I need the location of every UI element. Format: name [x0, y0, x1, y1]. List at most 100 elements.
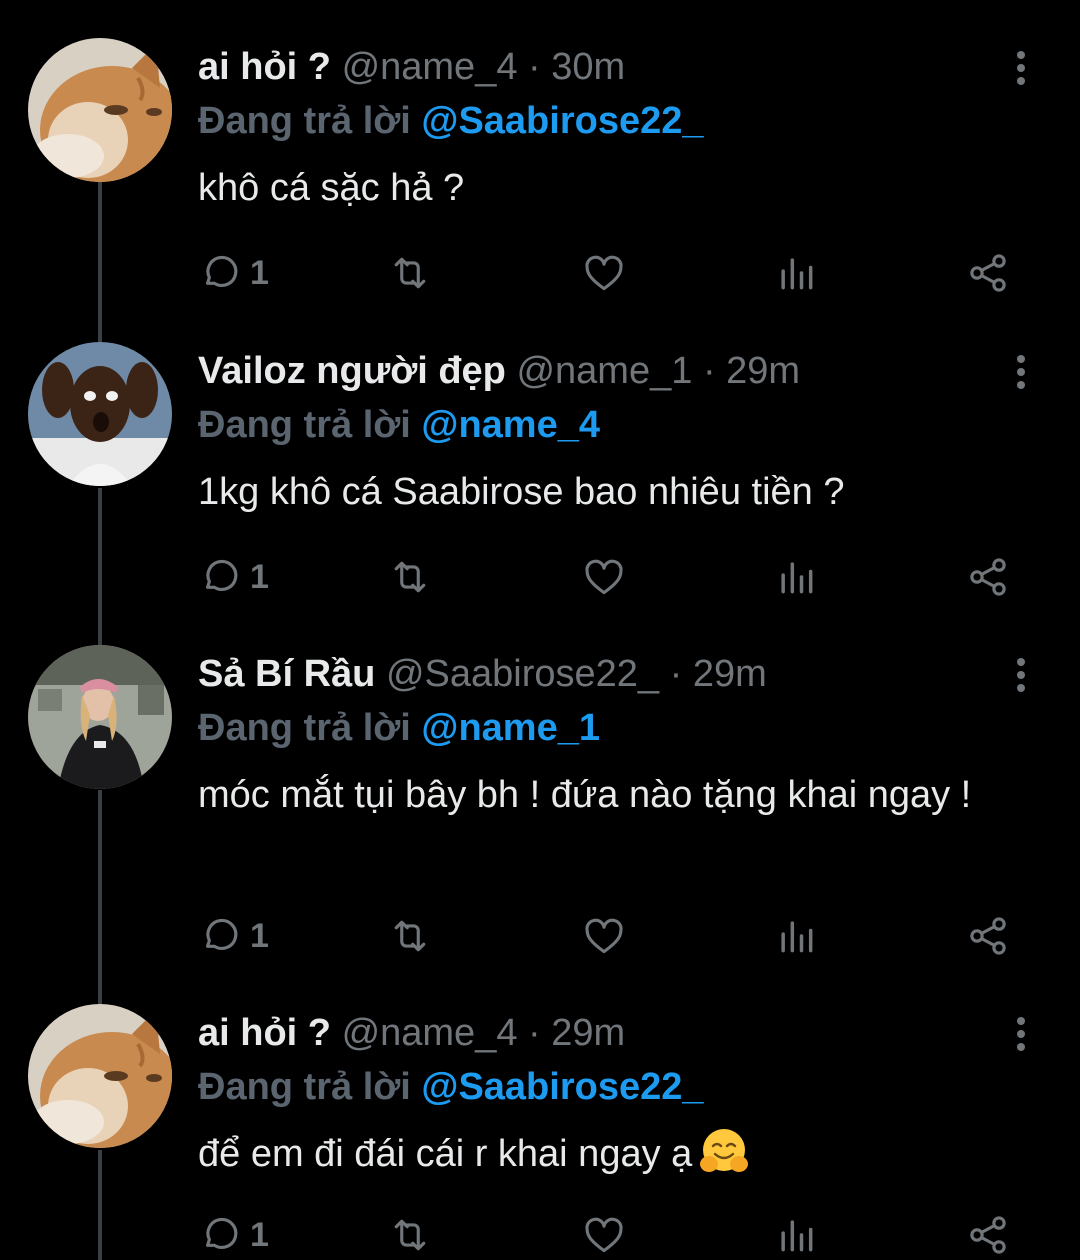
- like-button[interactable]: [582, 1210, 626, 1260]
- more-dot: [1017, 658, 1025, 666]
- tweet-text: khô cá sặc hả ?: [198, 167, 465, 209]
- reply-mention-link[interactable]: @name_4: [421, 404, 600, 446]
- replying-to-label: Đang trả lời: [198, 707, 411, 749]
- reply-mention-link[interactable]: @Saabirose22_: [421, 100, 703, 142]
- more-dot: [1017, 51, 1025, 59]
- timestamp[interactable]: 29m: [726, 350, 800, 392]
- retweet-button[interactable]: [388, 248, 432, 298]
- reply-mention-link[interactable]: @Saabirose22_: [421, 1066, 703, 1108]
- more-dot: [1017, 368, 1025, 376]
- more-dot: [1017, 1043, 1025, 1051]
- views-icon: [774, 251, 818, 295]
- display-name[interactable]: Vailoz người đẹp: [198, 350, 506, 392]
- separator-dot: ·: [528, 1012, 541, 1054]
- share-icon: [966, 555, 1010, 599]
- share-button[interactable]: [966, 248, 1010, 298]
- tweet[interactable]: ai hỏi ? @name_4 · 29m Đang trả lời @Saa…: [0, 1004, 1080, 1260]
- reply-count: 1: [250, 253, 269, 292]
- tweet[interactable]: Vailoz người đẹp @name_1 · 29m Đang trả …: [0, 342, 1080, 602]
- display-name[interactable]: ai hỏi ?: [198, 1012, 331, 1054]
- more-dot: [1017, 355, 1025, 363]
- reply-count: 1: [250, 916, 269, 955]
- reply-button[interactable]: 1: [198, 552, 269, 602]
- share-icon: [966, 251, 1010, 295]
- tweet-actions: 1: [198, 552, 1028, 602]
- surprised-man-avatar-icon: [28, 342, 172, 486]
- views-icon: [774, 1213, 818, 1257]
- more-dot: [1017, 671, 1025, 679]
- separator-dot: ·: [669, 653, 683, 695]
- tweet-header: ai hỏi ? @name_4 · 30m: [198, 42, 625, 92]
- retweet-icon: [388, 555, 432, 599]
- tweet-actions: 1: [198, 911, 1028, 961]
- reply-icon: [198, 555, 242, 599]
- separator-dot: ·: [702, 350, 716, 392]
- views-button[interactable]: [774, 911, 818, 961]
- girl-street-avatar-icon: [28, 645, 172, 789]
- timestamp[interactable]: 29m: [693, 653, 767, 695]
- retweet-button[interactable]: [388, 911, 432, 961]
- more-dot: [1017, 1030, 1025, 1038]
- user-handle[interactable]: @name_1: [516, 350, 692, 392]
- tweet-text-content: để em đi đái cái r khai ngay ạ: [198, 1133, 693, 1175]
- reply-count: 1: [250, 1215, 269, 1254]
- like-button[interactable]: [582, 248, 626, 298]
- more-options-button[interactable]: [1004, 348, 1038, 396]
- tweet-text: 1kg khô cá Saabirose bao nhiêu tiền ?: [198, 471, 845, 513]
- tweet[interactable]: ai hỏi ? @name_4 · 30m Đang trả lời @Saa…: [0, 38, 1080, 298]
- reply-button[interactable]: 1: [198, 248, 269, 298]
- reply-button[interactable]: 1: [198, 1210, 269, 1260]
- heart-icon: [582, 914, 626, 958]
- user-handle[interactable]: @Saabirose22_: [386, 653, 659, 695]
- more-dot: [1017, 684, 1025, 692]
- more-dot: [1017, 64, 1025, 72]
- display-name[interactable]: ai hỏi ?: [198, 46, 331, 88]
- reply-icon: [198, 1213, 242, 1257]
- tweet-header: Vailoz người đẹp @name_1 · 29m: [198, 346, 800, 396]
- share-button[interactable]: [966, 1210, 1010, 1260]
- retweet-button[interactable]: [388, 552, 432, 602]
- user-handle[interactable]: @name_4: [342, 46, 518, 88]
- retweet-button[interactable]: [388, 1210, 432, 1260]
- reply-icon: [198, 251, 242, 295]
- avatar[interactable]: [28, 342, 172, 486]
- retweet-icon: [388, 914, 432, 958]
- tweet-actions: 1: [198, 248, 1028, 298]
- orange-cat-avatar-icon: [28, 1004, 172, 1148]
- user-handle[interactable]: @name_4: [342, 1012, 518, 1054]
- replying-to-label: Đang trả lời: [198, 1066, 411, 1108]
- share-icon: [966, 1213, 1010, 1257]
- share-button[interactable]: [966, 552, 1010, 602]
- views-button[interactable]: [774, 1210, 818, 1260]
- heart-icon: [582, 555, 626, 599]
- tweet-text: móc mắt tụi bây bh ! đứa nào tặng khai n…: [198, 774, 972, 816]
- reply-button[interactable]: 1: [198, 911, 269, 961]
- avatar[interactable]: [28, 1004, 172, 1148]
- separator-dot: ·: [528, 46, 541, 88]
- display-name[interactable]: Sả Bí Rầu: [198, 653, 375, 695]
- more-options-button[interactable]: [1004, 1010, 1038, 1058]
- replying-to: Đang trả lời @name_1: [198, 703, 600, 753]
- more-options-button[interactable]: [1004, 651, 1038, 699]
- views-button[interactable]: [774, 248, 818, 298]
- tweet-actions: 1: [198, 1210, 1028, 1260]
- more-options-button[interactable]: [1004, 44, 1038, 92]
- replying-to: Đang trả lời @Saabirose22_: [198, 1062, 704, 1112]
- tweet[interactable]: Sả Bí Rầu @Saabirose22_ · 29m Đang trả l…: [0, 645, 1080, 965]
- heart-icon: [582, 251, 626, 295]
- timestamp[interactable]: 29m: [551, 1012, 625, 1054]
- views-icon: [774, 914, 818, 958]
- heart-icon: [582, 1213, 626, 1257]
- avatar[interactable]: [28, 645, 172, 789]
- more-dot: [1017, 77, 1025, 85]
- timestamp[interactable]: 30m: [551, 46, 625, 88]
- reply-mention-link[interactable]: @name_1: [421, 707, 600, 749]
- reply-icon: [198, 914, 242, 958]
- avatar[interactable]: [28, 38, 172, 182]
- share-button[interactable]: [966, 911, 1010, 961]
- like-button[interactable]: [582, 911, 626, 961]
- retweet-icon: [388, 1213, 432, 1257]
- like-button[interactable]: [582, 552, 626, 602]
- retweet-icon: [388, 251, 432, 295]
- views-button[interactable]: [774, 552, 818, 602]
